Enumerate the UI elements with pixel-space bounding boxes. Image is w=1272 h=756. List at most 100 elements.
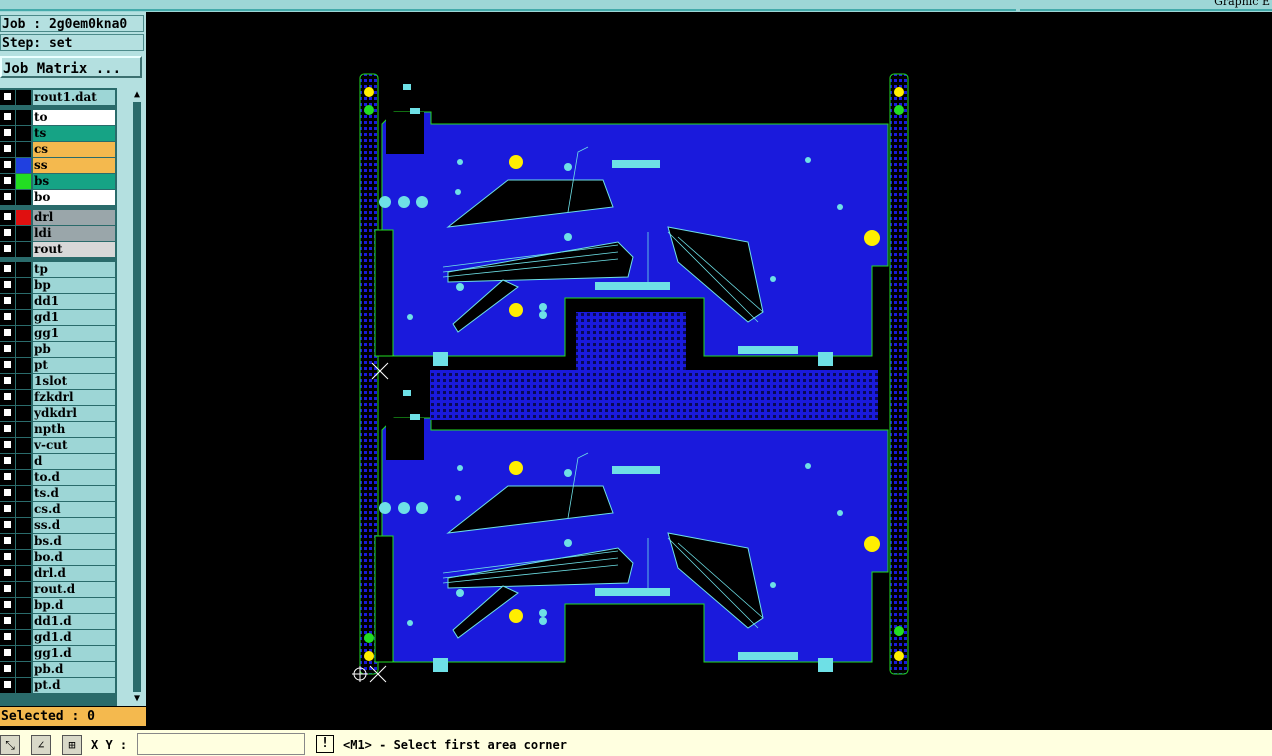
pcb-view[interactable]: [148, 12, 1272, 728]
layer-row[interactable]: rout1.dat: [0, 90, 117, 105]
layer-color-swatch[interactable]: [16, 174, 31, 189]
measure-tool-icon[interactable]: ∠: [31, 735, 51, 755]
layer-color-swatch[interactable]: [16, 210, 31, 225]
layer-row[interactable]: ldi: [0, 226, 117, 241]
layer-checkbox[interactable]: [3, 112, 12, 121]
layer-name[interactable]: ydkdrl: [33, 406, 115, 421]
layer-row[interactable]: pt.d: [0, 678, 117, 693]
layer-name[interactable]: dd1.d: [33, 614, 115, 629]
layer-row[interactable]: to: [0, 110, 117, 125]
layer-row[interactable]: gg1: [0, 326, 117, 341]
layer-row[interactable]: rout.d: [0, 582, 117, 597]
layer-name[interactable]: tp: [33, 262, 115, 277]
layer-row[interactable]: ts: [0, 126, 117, 141]
layer-name[interactable]: gd1.d: [33, 630, 115, 645]
layer-checkbox[interactable]: [3, 600, 12, 609]
layer-color-swatch[interactable]: [16, 598, 31, 613]
layer-color-swatch[interactable]: [16, 486, 31, 501]
layer-color-swatch[interactable]: [16, 614, 31, 629]
layer-row[interactable]: pb: [0, 342, 117, 357]
layer-row[interactable]: drl.d: [0, 566, 117, 581]
layer-row[interactable]: ss: [0, 158, 117, 173]
layer-checkbox[interactable]: [3, 504, 12, 513]
layer-color-swatch[interactable]: [16, 294, 31, 309]
layer-color-swatch[interactable]: [16, 90, 31, 105]
layer-name[interactable]: cs.d: [33, 502, 115, 517]
layer-name[interactable]: pb.d: [33, 662, 115, 677]
layer-checkbox[interactable]: [3, 144, 12, 153]
layer-checkbox[interactable]: [3, 228, 12, 237]
layer-color-swatch[interactable]: [16, 126, 31, 141]
layer-checkbox[interactable]: [3, 392, 12, 401]
layer-row[interactable]: dd1.d: [0, 614, 117, 629]
layer-color-swatch[interactable]: [16, 422, 31, 437]
layer-row[interactable]: fzkdrl: [0, 390, 117, 405]
scroll-track[interactable]: [133, 102, 141, 692]
layer-checkbox[interactable]: [3, 296, 12, 305]
layer-color-swatch[interactable]: [16, 226, 31, 241]
layer-checkbox[interactable]: [3, 488, 12, 497]
layer-color-swatch[interactable]: [16, 646, 31, 661]
layer-color-swatch[interactable]: [16, 438, 31, 453]
layer-row[interactable]: 1slot: [0, 374, 117, 389]
layer-row[interactable]: bs.d: [0, 534, 117, 549]
layer-checkbox[interactable]: [3, 264, 12, 273]
layer-color-swatch[interactable]: [16, 678, 31, 693]
layer-checkbox[interactable]: [3, 584, 12, 593]
layer-checkbox[interactable]: [3, 648, 12, 657]
layer-color-swatch[interactable]: [16, 454, 31, 469]
layer-row[interactable]: bs: [0, 174, 117, 189]
layer-checkbox[interactable]: [3, 192, 12, 201]
layer-name[interactable]: pt.d: [33, 678, 115, 693]
zoom-tool-icon[interactable]: ⤡: [0, 735, 20, 755]
layer-row[interactable]: ydkdrl: [0, 406, 117, 421]
layer-checkbox[interactable]: [3, 376, 12, 385]
layer-name[interactable]: ts.d: [33, 486, 115, 501]
layer-row[interactable]: npth: [0, 422, 117, 437]
layer-checkbox[interactable]: [3, 344, 12, 353]
layer-color-swatch[interactable]: [16, 342, 31, 357]
layer-row[interactable]: pb.d: [0, 662, 117, 677]
layer-color-swatch[interactable]: [16, 534, 31, 549]
layer-name[interactable]: gd1: [33, 310, 115, 325]
layer-name[interactable]: rout: [33, 242, 115, 257]
layer-name[interactable]: rout1.dat: [33, 90, 115, 105]
layer-checkbox[interactable]: [3, 472, 12, 481]
scroll-down-arrow-icon[interactable]: ▼: [130, 692, 144, 706]
layer-row[interactable]: d: [0, 454, 117, 469]
layer-name[interactable]: bo: [33, 190, 115, 205]
layer-row[interactable]: pt: [0, 358, 117, 373]
scroll-up-arrow-icon[interactable]: ▲: [130, 88, 144, 102]
layer-name[interactable]: gg1: [33, 326, 115, 341]
layer-color-swatch[interactable]: [16, 142, 31, 157]
layer-name[interactable]: ss.d: [33, 518, 115, 533]
info-icon[interactable]: !: [316, 735, 334, 753]
layer-row[interactable]: drl: [0, 210, 117, 225]
layer-color-swatch[interactable]: [16, 550, 31, 565]
layer-name[interactable]: bo.d: [33, 550, 115, 565]
graphic-canvas[interactable]: [148, 12, 1272, 732]
layer-checkbox[interactable]: [3, 536, 12, 545]
layer-row[interactable]: to.d: [0, 470, 117, 485]
layer-checkbox[interactable]: [3, 616, 12, 625]
layer-color-swatch[interactable]: [16, 358, 31, 373]
layer-name[interactable]: bs: [33, 174, 115, 189]
layer-row[interactable]: rout: [0, 242, 117, 257]
layer-color-swatch[interactable]: [16, 662, 31, 677]
layer-name[interactable]: bp.d: [33, 598, 115, 613]
layer-checkbox[interactable]: [3, 92, 12, 101]
job-matrix-button[interactable]: Job Matrix ...: [0, 56, 142, 78]
layer-list-scrollbar[interactable]: ▲ ▼: [130, 88, 144, 706]
layer-color-swatch[interactable]: [16, 110, 31, 125]
layer-row[interactable]: v-cut: [0, 438, 117, 453]
layer-color-swatch[interactable]: [16, 630, 31, 645]
layer-row[interactable]: ts.d: [0, 486, 117, 501]
layer-name[interactable]: ts: [33, 126, 115, 141]
layer-name[interactable]: ldi: [33, 226, 115, 241]
layer-checkbox[interactable]: [3, 160, 12, 169]
layer-checkbox[interactable]: [3, 680, 12, 689]
layer-name[interactable]: cs: [33, 142, 115, 157]
layer-name[interactable]: drl: [33, 210, 115, 225]
layer-row[interactable]: bo.d: [0, 550, 117, 565]
layer-name[interactable]: npth: [33, 422, 115, 437]
